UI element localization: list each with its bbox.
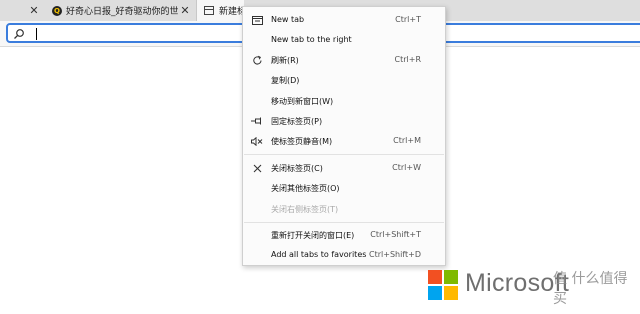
menu-item-add-all-to-favorites[interactable]: Add all tabs to favorites Ctrl+Shift+D [243,245,445,265]
tab-close-icon[interactable]: ✕ [27,4,41,17]
menu-item-label: 重新打开关闭的窗口(E) [271,231,355,240]
logo-square [444,270,458,284]
tab-context-menu: New tab Ctrl+T New tab to the right 刷新(R… [242,6,446,266]
logo-square [444,286,458,300]
menu-item-shortcut: Ctrl+Shift+T [370,230,421,239]
menu-separator [244,222,444,223]
refresh-icon [251,55,263,65]
tab-new-tab[interactable]: 新建标 [196,0,244,21]
menu-item-duplicate[interactable]: 复制(D) [243,70,445,90]
menu-item-label: 移动到新窗口(W) [271,97,334,106]
tab-qdaily[interactable]: Q 好奇心日报_好奇驱动你的世界_( ✕ [46,0,196,21]
menu-item-label: 刷新(R) [271,56,299,65]
menu-item-shortcut: Ctrl+M [393,136,421,145]
menu-item-label: 固定标签页(P) [271,117,323,126]
menu-item-label: New tab to the right [271,35,352,44]
menu-item-label: Add all tabs to favorites [271,250,367,259]
tab-close-icon[interactable]: ✕ [178,4,192,17]
text-caret [36,28,37,40]
menu-item-label: 关闭标签页(C) [271,164,323,173]
menu-item-reopen-closed-window[interactable]: 重新打开关闭的窗口(E) Ctrl+Shift+T [243,225,445,245]
menu-separator [244,154,444,155]
menu-item-pin-tab[interactable]: 固定标签页(P) [243,111,445,131]
logo-square [428,270,442,284]
pin-icon [251,116,263,126]
menu-item-label: 使标签页静音(M) [271,137,333,146]
menu-item-refresh[interactable]: 刷新(R) Ctrl+R [243,50,445,70]
logo-square [428,286,442,300]
menu-item-label: New tab [271,15,305,24]
new-tab-page-icon [204,6,214,15]
tab-title: 好奇心日报_好奇驱动你的世界_( [66,7,178,17]
menu-item-new-tab-right[interactable]: New tab to the right [243,30,445,50]
menu-item-shortcut: Ctrl+R [394,55,422,64]
mute-icon [251,136,263,146]
tab-inactive-left[interactable]: ✕ [0,0,46,21]
watermark: 值 什么值得买 [553,271,628,307]
close-icon [251,163,263,173]
menu-item-new-tab[interactable]: New tab Ctrl+T [243,10,445,30]
menu-item-shortcut: Ctrl+Shift+D [369,250,421,259]
qdaily-logo-icon: Q [52,5,62,16]
search-icon [14,29,24,39]
menu-item-label: 关闭其他标签页(O) [271,184,340,193]
menu-item-move-to-new-window[interactable]: 移动到新窗口(W) [243,91,445,111]
menu-item-shortcut: Ctrl+W [392,163,421,172]
menu-item-shortcut: Ctrl+T [395,15,421,24]
menu-item-label: 关闭右侧标签页(T) [271,205,339,214]
tab-title: 新建标 [219,7,244,17]
menu-item-label: 复制(D) [271,76,300,85]
menu-item-close-tab[interactable]: 关闭标签页(C) Ctrl+W [243,158,445,178]
menu-item-mute-tab[interactable]: 使标签页静音(M) Ctrl+M [243,131,445,151]
menu-item-close-other-tabs[interactable]: 关闭其他标签页(O) [243,178,445,198]
new-tab-icon [251,15,263,25]
microsoft-logo-icon [428,270,458,300]
menu-item-close-tabs-right: 关闭右侧标签页(T) [243,199,445,219]
